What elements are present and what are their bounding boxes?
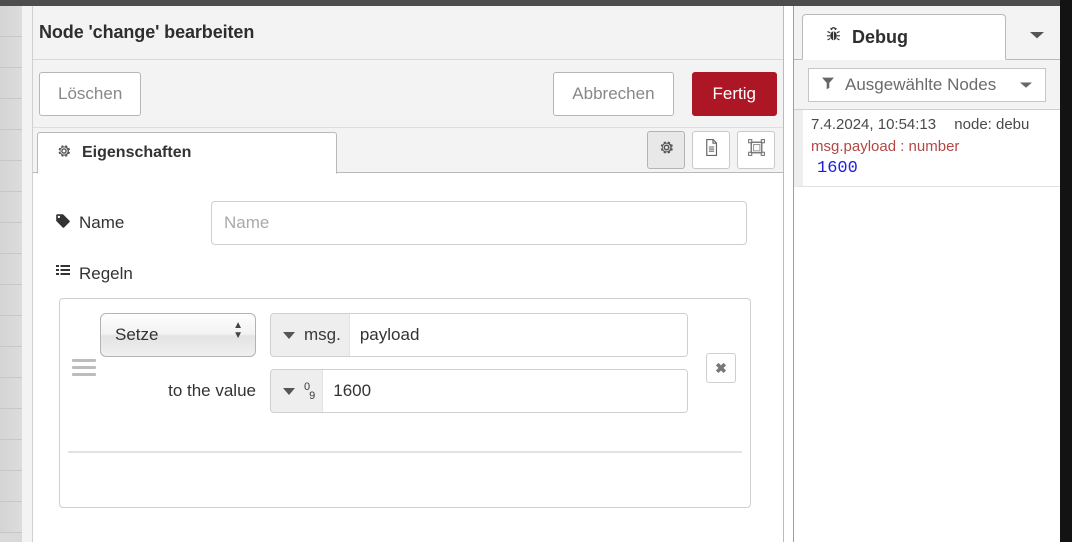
node-palette-strip[interactable] bbox=[0, 6, 22, 542]
dialog-title: Node 'change' bearbeiten bbox=[39, 22, 255, 42]
palette-item[interactable] bbox=[0, 316, 22, 347]
property-type-selector[interactable]: msg. bbox=[271, 314, 350, 356]
palette-item[interactable] bbox=[0, 223, 22, 254]
rule-fields: Setze ▲ ▼ msg. payload to the value 09 1… bbox=[100, 313, 738, 425]
app-root: Node 'change' bearbeiten Löschen Abbrech… bbox=[0, 0, 1072, 542]
chevron-down-icon bbox=[1028, 28, 1046, 45]
dialog-tabs-row: Eigenschaften bbox=[33, 128, 783, 174]
palette-item[interactable] bbox=[0, 68, 22, 99]
dialog-icon-buttons bbox=[647, 131, 775, 169]
debug-message-timestamp: 7.4.2024, 10:54:13 bbox=[811, 116, 937, 133]
rule-delete-button[interactable]: ✖ bbox=[706, 353, 736, 383]
palette-item[interactable] bbox=[0, 471, 22, 502]
document-icon bbox=[703, 138, 720, 162]
gear-icon-button[interactable] bbox=[647, 131, 685, 169]
name-input[interactable] bbox=[211, 201, 747, 245]
done-button[interactable]: Fertig bbox=[691, 72, 777, 116]
palette-item[interactable] bbox=[0, 347, 22, 378]
cancel-button[interactable]: Abbrechen bbox=[553, 72, 674, 116]
debug-toolbar: Ausgewählte Nodes bbox=[794, 60, 1060, 110]
palette-item[interactable] bbox=[0, 192, 22, 223]
rules-separator bbox=[68, 451, 742, 453]
number-type-sub: 9 bbox=[309, 389, 315, 402]
chevron-down-icon bbox=[1019, 75, 1033, 95]
tab-debug[interactable]: Debug bbox=[802, 14, 1006, 60]
tab-eigenschaften[interactable]: Eigenschaften bbox=[37, 132, 337, 174]
palette-item[interactable] bbox=[0, 99, 22, 130]
drag-handle-icon[interactable] bbox=[72, 359, 96, 376]
property-prefix-label: msg. bbox=[304, 325, 341, 344]
right-chrome-bar bbox=[1060, 0, 1072, 542]
debug-filter-button[interactable]: Ausgewählte Nodes bbox=[808, 67, 1046, 102]
number-type-icon: 09 bbox=[304, 381, 315, 402]
rule-row: Setze ▲ ▼ msg. payload to the value 09 1… bbox=[60, 299, 750, 437]
sidebar-tabs: Debug bbox=[794, 6, 1060, 60]
rule-line-property: Setze ▲ ▼ msg. bbox=[100, 313, 738, 357]
close-icon: ✖ bbox=[715, 359, 727, 376]
sidebar-menu-button[interactable] bbox=[1028, 28, 1046, 46]
sidebar-tab-label: Debug bbox=[852, 26, 908, 47]
debug-message-list[interactable]: 7.4.2024, 10:54:13 node: debu msg.payloa… bbox=[794, 110, 1060, 187]
dialog-header: Node 'change' bearbeiten bbox=[33, 6, 783, 60]
bug-icon bbox=[825, 26, 842, 48]
dialog-toolbar: Löschen Abbrechen Fertig bbox=[33, 60, 783, 128]
dialog-toolbar-right: Abbrechen Fertig bbox=[553, 72, 777, 116]
select-arrows-icon: ▲ ▼ bbox=[233, 320, 243, 341]
rule-action-select[interactable]: Setze ▲ ▼ bbox=[100, 313, 256, 357]
palette-item[interactable] bbox=[0, 378, 22, 409]
chevron-down-icon bbox=[283, 331, 295, 339]
value-typed-input: 09 bbox=[270, 369, 688, 413]
debug-message-meta: 7.4.2024, 10:54:13 node: debu bbox=[811, 116, 1052, 133]
name-label: Name bbox=[79, 213, 125, 232]
rules-list: Setze ▲ ▼ msg. payload to the value 09 1… bbox=[59, 298, 751, 508]
property-input[interactable] bbox=[349, 314, 687, 356]
palette-item[interactable] bbox=[0, 161, 22, 192]
debug-message-value: 1600 bbox=[817, 159, 858, 178]
property-typed-input: msg. bbox=[270, 313, 688, 357]
name-row: Name bbox=[33, 201, 783, 245]
palette-item[interactable] bbox=[0, 6, 22, 37]
node-appearance-icon-button[interactable] bbox=[737, 131, 775, 169]
debug-sidebar: Debug Ausgewählte Nodes 7.4.2024, 10:54:… bbox=[793, 6, 1060, 542]
name-label-group: Name bbox=[55, 213, 211, 234]
list-icon bbox=[55, 263, 71, 284]
value-input[interactable] bbox=[323, 370, 687, 412]
value-type-selector[interactable]: 09 bbox=[271, 370, 324, 412]
palette-gap bbox=[22, 6, 32, 542]
palette-item[interactable] bbox=[0, 130, 22, 161]
funnel-icon bbox=[821, 75, 835, 95]
debug-message-topic: msg.payload : number bbox=[811, 138, 960, 155]
palette-item[interactable] bbox=[0, 409, 22, 440]
gear-icon bbox=[56, 143, 72, 164]
palette-item[interactable] bbox=[0, 37, 22, 68]
chevron-down-icon bbox=[283, 387, 295, 395]
palette-item[interactable] bbox=[0, 440, 22, 471]
gear-icon bbox=[658, 139, 675, 161]
edit-node-dialog: Node 'change' bearbeiten Löschen Abbrech… bbox=[32, 6, 784, 542]
tag-icon bbox=[55, 213, 71, 234]
rule-line-value: to the value 09 bbox=[100, 369, 738, 413]
rules-label-group: Regeln bbox=[33, 263, 783, 284]
debug-filter-label: Ausgewählte Nodes bbox=[845, 74, 997, 94]
debug-message-node: node: debu bbox=[954, 116, 1030, 133]
palette-item[interactable] bbox=[0, 502, 22, 533]
document-icon-button[interactable] bbox=[692, 131, 730, 169]
tab-label: Eigenschaften bbox=[82, 144, 192, 161]
to-the-value-label: to the value bbox=[168, 381, 256, 400]
node-appearance-icon bbox=[747, 138, 766, 162]
debug-message[interactable]: 7.4.2024, 10:54:13 node: debu msg.payloa… bbox=[794, 110, 1060, 187]
rules-label: Regeln bbox=[79, 263, 133, 283]
palette-item[interactable] bbox=[0, 254, 22, 285]
palette-item[interactable] bbox=[0, 285, 22, 316]
delete-button[interactable]: Löschen bbox=[39, 71, 142, 116]
dialog-body: Name Regeln bbox=[33, 173, 783, 541]
